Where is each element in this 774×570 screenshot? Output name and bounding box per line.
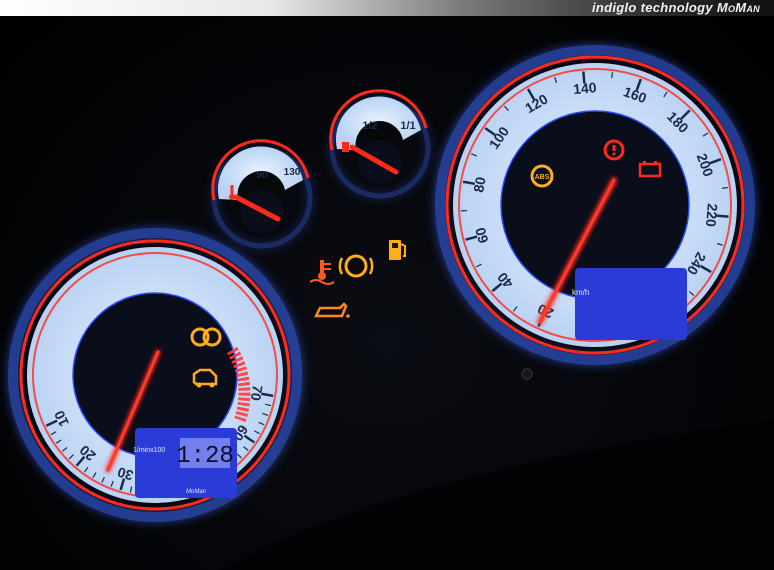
tacho-brand-mark: MoMan	[186, 489, 207, 495]
fuel-pump-small-icon	[342, 142, 349, 152]
speedo-tick-label: 220	[703, 203, 721, 228]
fuel-tick-half: 1/2	[362, 120, 377, 132]
speedo-lcd	[575, 268, 687, 340]
speedometer: 20406080100120140160180200220240260 ABS …	[435, 45, 755, 365]
center-indicator-panel	[309, 240, 406, 318]
oil-can-icon	[313, 302, 350, 318]
instrument-cluster: 10203040506070 1:28 1/minx100 MoMan 90 1…	[8, 45, 774, 570]
speedo-unit-label: km/h	[572, 288, 589, 297]
tacho-unit-label: 1/minx100	[133, 447, 165, 454]
coolant-temp-icon	[309, 260, 335, 285]
speedo-minor-tick	[721, 186, 728, 189]
tachometer: 10203040506070 1:28 1/minx100 MoMan	[8, 228, 302, 522]
speedo-tick-label: 140	[572, 79, 597, 97]
temperature-gauge: 90 130	[211, 139, 313, 249]
speedo-tick-label: 80	[470, 175, 488, 193]
tacho-tick-label: 70	[247, 384, 265, 402]
temp-tick-130: 130	[284, 167, 301, 178]
speedo-minor-tick	[611, 72, 614, 79]
temp-tick-90: 90	[256, 170, 268, 181]
fuel-pump-icon	[389, 240, 406, 260]
svg-text:ABS: ABS	[535, 174, 550, 181]
tacho-lcd-reading: 1:28	[176, 443, 234, 470]
tire-pressure-icon	[338, 254, 374, 278]
screw	[521, 368, 533, 380]
fuel-tick-full: 1/1	[400, 120, 415, 132]
fuel-gauge: 1/2 1/1	[329, 89, 431, 199]
dashboard-edge	[220, 420, 774, 570]
